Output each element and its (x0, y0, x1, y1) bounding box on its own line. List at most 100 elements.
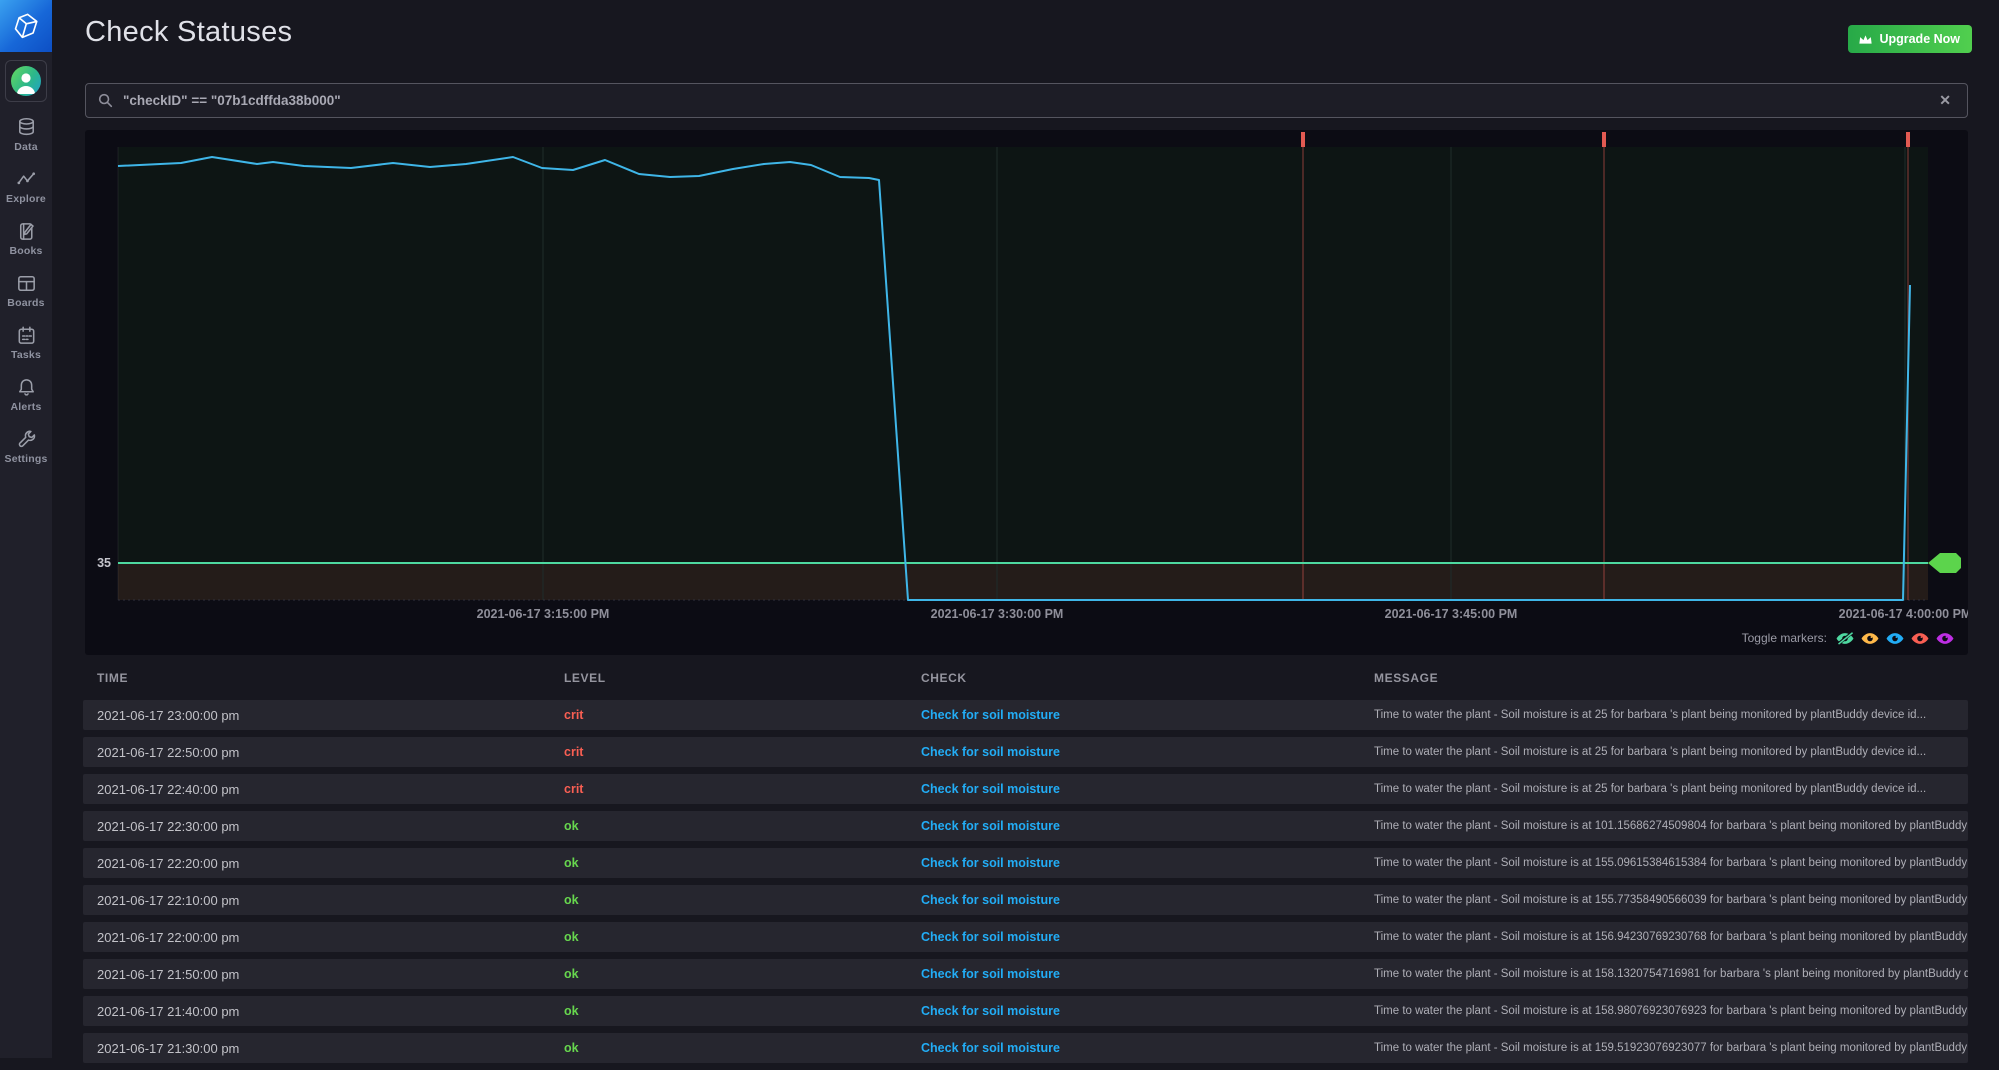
crit-event-marker-tick[interactable] (1906, 132, 1910, 147)
check-link[interactable]: Check for soil moisture (921, 745, 1374, 759)
event-level-badge: ok (564, 930, 921, 944)
upgrade-now-button[interactable]: Upgrade Now (1848, 25, 1972, 53)
event-level-badge: ok (564, 967, 921, 981)
upgrade-now-label: Upgrade Now (1879, 32, 1960, 46)
table-row: 2021-06-17 22:00:00 pmokCheck for soil m… (83, 922, 1968, 952)
event-time: 2021-06-17 22:50:00 pm (97, 745, 564, 760)
check-link[interactable]: Check for soil moisture (921, 1041, 1374, 1055)
sidebar-item-label: Boards (7, 297, 44, 309)
sidebar-item-boards[interactable]: Boards (0, 272, 52, 309)
crit-marker-eye-icon[interactable] (1911, 632, 1929, 645)
sidebar-item-label: Tasks (11, 349, 41, 361)
close-icon[interactable]: ✕ (1935, 90, 1955, 111)
sidebar-item-data[interactable]: Data (0, 116, 52, 153)
table-row: 2021-06-17 22:10:00 pmokCheck for soil m… (83, 885, 1968, 915)
check-link[interactable]: Check for soil moisture (921, 856, 1374, 870)
event-message: Time to water the plant - Soil moisture … (1374, 968, 1968, 980)
event-time: 2021-06-17 21:30:00 pm (97, 1041, 564, 1056)
event-level-badge: ok (564, 819, 921, 833)
influxdb-logo-icon (11, 11, 41, 41)
sidebar-item-label: Alerts (11, 401, 42, 413)
event-message: Time to water the plant - Soil moisture … (1374, 1042, 1968, 1054)
event-level-badge: crit (564, 708, 921, 722)
check-link[interactable]: Check for soil moisture (921, 1004, 1374, 1018)
event-time: 2021-06-17 21:40:00 pm (97, 1004, 564, 1019)
x-axis-tick-label: 2021-06-17 4:00:00 PM (1839, 607, 1968, 621)
warn-marker-eye-icon[interactable] (1861, 632, 1879, 645)
database-icon (15, 116, 38, 139)
check-status-chart-panel[interactable]: 35 2021-06-17 3:15:00 PM 2021-06-17 3:30:0… (85, 130, 1968, 655)
column-header-message: MESSAGE (1374, 671, 1968, 685)
check-link[interactable]: Check for soil moisture (921, 893, 1374, 907)
event-time: 2021-06-17 21:50:00 pm (97, 967, 564, 982)
wrench-icon (15, 428, 38, 451)
table-row: 2021-06-17 21:40:00 pmokCheck for soil m… (83, 996, 1968, 1026)
toggle-markers-row: Toggle markers: (1742, 631, 1954, 645)
search-icon (98, 93, 113, 108)
event-level-badge: crit (564, 745, 921, 759)
crit-event-marker-tick[interactable] (1301, 132, 1305, 147)
event-level-badge: ok (564, 1041, 921, 1055)
event-time: 2021-06-17 22:00:00 pm (97, 930, 564, 945)
bell-icon (15, 376, 38, 399)
status-history-chart[interactable]: 35 2021-06-17 3:15:00 PM 2021-06-17 3:30:0… (85, 130, 1968, 655)
column-header-level: LEVEL (564, 671, 921, 685)
sidebar: Data Explore Books Boards Tasks Alerts Setting… (0, 0, 52, 1058)
page-title: Check Statuses (85, 16, 292, 49)
check-link[interactable]: Check for soil moisture (921, 819, 1374, 833)
plot-area[interactable] (118, 147, 1928, 600)
event-time: 2021-06-17 22:30:00 pm (97, 819, 564, 834)
x-axis-tick-label: 2021-06-17 3:30:00 PM (931, 607, 1064, 621)
search-input[interactable]: "checkID" == "07b1cdffda38b000" (123, 93, 1935, 108)
table-row: 2021-06-17 22:40:00 pmcritCheck for soil… (83, 774, 1968, 804)
event-time: 2021-06-17 23:00:00 pm (97, 708, 564, 723)
check-link[interactable]: Check for soil moisture (921, 967, 1374, 981)
sidebar-item-settings[interactable]: Settings (0, 428, 52, 465)
sidebar-item-books[interactable]: Books (0, 220, 52, 257)
sidebar-item-label: Data (14, 141, 38, 153)
search-bar[interactable]: "checkID" == "07b1cdffda38b000" ✕ (85, 83, 1968, 118)
sidebar-nav: Data Explore Books Boards Tasks Alerts Setting… (0, 116, 52, 480)
sidebar-item-label: Books (9, 245, 42, 257)
event-time: 2021-06-17 22:10:00 pm (97, 893, 564, 908)
user-avatar[interactable] (5, 60, 47, 102)
crit-region-band (118, 564, 1928, 600)
x-axis-tick-label: 2021-06-17 3:45:00 PM (1385, 607, 1518, 621)
event-level-badge: ok (564, 1004, 921, 1018)
y-axis-tick-label: 35 (97, 556, 111, 570)
column-header-time: TIME (97, 671, 564, 685)
check-statuses-page: { "header": { "title": "Check Statuses",… (0, 0, 1999, 1058)
calendar-icon (15, 324, 38, 347)
graph-line-icon (15, 168, 38, 191)
event-level-badge: ok (564, 893, 921, 907)
table-row: 2021-06-17 22:30:00 pmokCheck for soil m… (83, 811, 1968, 841)
crown-icon (1858, 33, 1873, 46)
table-row: 2021-06-17 21:30:00 pmokCheck for soil m… (83, 1033, 1968, 1063)
sidebar-item-tasks[interactable]: Tasks (0, 324, 52, 361)
table-row: 2021-06-17 22:50:00 pmcritCheck for soil… (83, 737, 1968, 767)
check-link[interactable]: Check for soil moisture (921, 930, 1374, 944)
info-marker-eye-icon[interactable] (1886, 632, 1904, 645)
check-link[interactable]: Check for soil moisture (921, 782, 1374, 796)
sidebar-item-explore[interactable]: Explore (0, 168, 52, 205)
table-row: 2021-06-17 21:50:00 pmokCheck for soil m… (83, 959, 1968, 989)
dashboard-grid-icon (15, 272, 38, 295)
x-axis-tick-label: 2021-06-17 3:15:00 PM (477, 607, 610, 621)
sidebar-item-alerts[interactable]: Alerts (0, 376, 52, 413)
event-level-badge: crit (564, 782, 921, 796)
table-row: 2021-06-17 23:00:00 pmcritCheck for soil… (83, 700, 1968, 730)
sidebar-item-label: Settings (4, 453, 47, 465)
influxdb-logo[interactable] (0, 0, 52, 52)
toggle-markers-label: Toggle markers: (1742, 631, 1827, 645)
unknown-marker-eye-icon[interactable] (1936, 632, 1954, 645)
table-row: 2021-06-17 22:20:00 pmokCheck for soil m… (83, 848, 1968, 878)
ok-marker-eye-icon[interactable] (1836, 632, 1854, 645)
event-message: Time to water the plant - Soil moisture … (1374, 820, 1968, 832)
event-message: Time to water the plant - Soil moisture … (1374, 1005, 1968, 1017)
user-avatar-icon (11, 66, 41, 96)
event-message: Time to water the plant - Soil moisture … (1374, 746, 1968, 758)
crit-event-marker-tick[interactable] (1602, 132, 1606, 147)
threshold-handle[interactable] (1928, 553, 1961, 573)
check-link[interactable]: Check for soil moisture (921, 708, 1374, 722)
sidebar-item-label: Explore (6, 193, 46, 205)
